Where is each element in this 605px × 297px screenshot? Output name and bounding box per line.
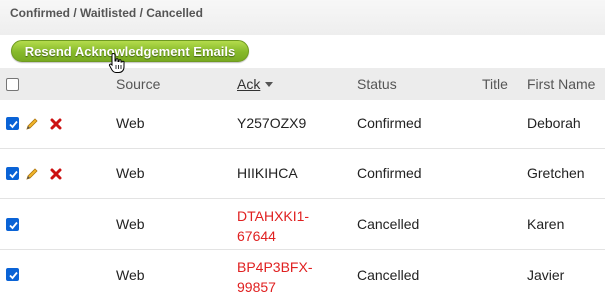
edit-pencil-icon[interactable] bbox=[25, 117, 39, 131]
column-header-ack[interactable]: Ack bbox=[237, 76, 260, 92]
cell-first-name: Deborah bbox=[527, 115, 581, 131]
edit-pencil-icon[interactable] bbox=[25, 167, 39, 181]
cell-status: Cancelled bbox=[357, 216, 420, 232]
delete-x-icon[interactable] bbox=[49, 167, 63, 181]
row-checkbox[interactable] bbox=[6, 268, 19, 281]
cell-source: Web bbox=[116, 115, 145, 131]
cell-ack-cancelled: BP4P3BFX- 99857 bbox=[237, 257, 312, 297]
column-header-status: Status bbox=[357, 76, 397, 92]
table-row: Web HIIKIHCA Confirmed Gretchen bbox=[0, 149, 605, 199]
breadcrumb: Confirmed / Waitlisted / Cancelled bbox=[10, 6, 203, 20]
cell-ack-cancelled: DTAHXKI1- 67644 bbox=[237, 206, 309, 246]
cell-source: Web bbox=[116, 267, 145, 283]
cell-ack: Y257OZX9 bbox=[237, 115, 307, 131]
column-header-title: Title bbox=[482, 76, 508, 92]
row-checkbox[interactable] bbox=[6, 117, 19, 130]
cell-source: Web bbox=[116, 216, 145, 232]
sort-descending-icon[interactable] bbox=[265, 82, 273, 87]
cell-ack: HIIKIHCA bbox=[237, 165, 298, 181]
cell-source: Web bbox=[116, 165, 145, 181]
table-row: Web DTAHXKI1- 67644 Cancelled Karen bbox=[0, 199, 605, 250]
table-header: Source Ack Status Title First Name bbox=[0, 68, 605, 100]
cell-status: Confirmed bbox=[357, 115, 422, 131]
ack-line-2: 99857 bbox=[237, 279, 276, 295]
hand-pointer-cursor-icon bbox=[108, 52, 125, 73]
resend-acknowledgement-emails-button[interactable]: Resend Acknowledgement Emails bbox=[11, 40, 249, 62]
ack-line-2: 67644 bbox=[237, 228, 276, 244]
top-bar: Confirmed / Waitlisted / Cancelled bbox=[0, 0, 605, 35]
row-checkbox[interactable] bbox=[6, 167, 19, 180]
ack-line-1: BP4P3BFX- bbox=[237, 259, 313, 275]
delete-x-icon[interactable] bbox=[49, 117, 63, 131]
table-row: Web Y257OZX9 Confirmed Deborah bbox=[0, 100, 605, 149]
ack-line-1: DTAHXKI1- bbox=[237, 208, 310, 224]
cell-status: Cancelled bbox=[357, 267, 420, 283]
cell-first-name: Gretchen bbox=[527, 165, 585, 181]
cell-status: Confirmed bbox=[357, 165, 422, 181]
cell-first-name: Karen bbox=[527, 216, 565, 232]
row-checkbox[interactable] bbox=[6, 218, 19, 231]
select-all-checkbox[interactable] bbox=[6, 78, 19, 91]
cell-first-name: Javier bbox=[527, 267, 565, 283]
table-row: Web BP4P3BFX- 99857 Cancelled Javier bbox=[0, 250, 605, 297]
column-header-source: Source bbox=[116, 76, 161, 92]
column-header-first-name: First Name bbox=[527, 76, 596, 92]
